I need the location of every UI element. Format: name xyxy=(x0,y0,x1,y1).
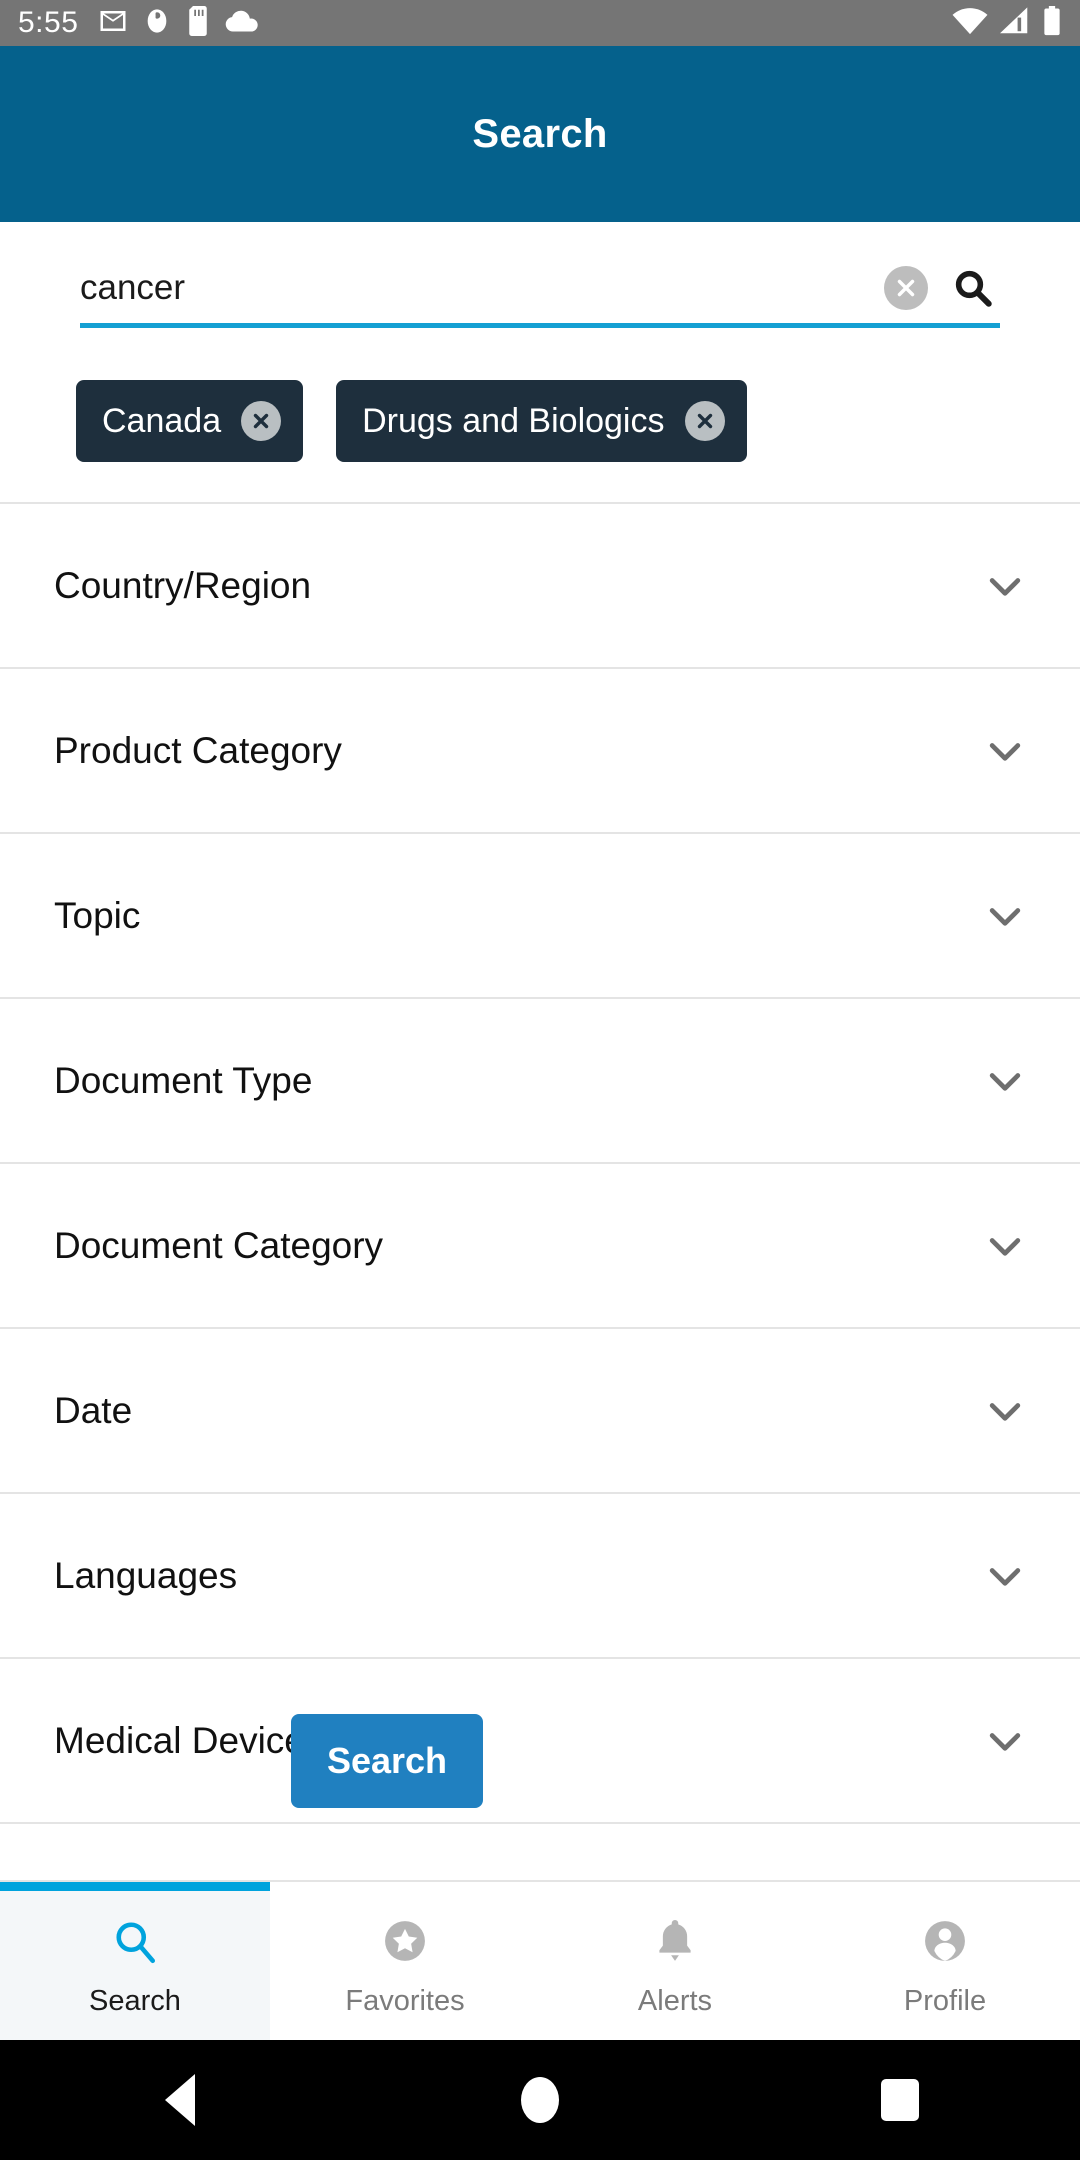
facet-label: Date xyxy=(54,1389,133,1431)
person-icon xyxy=(919,1913,971,1969)
facet-label: Languages xyxy=(54,1554,238,1596)
chevron-down-icon[interactable] xyxy=(980,1386,1030,1436)
facet-row-partial[interactable] xyxy=(0,1824,1080,1880)
clear-circle-icon[interactable] xyxy=(884,265,928,310)
chevron-down-icon[interactable] xyxy=(980,891,1030,941)
facet-label: Country/Region xyxy=(54,564,312,606)
facet-label: Document Type xyxy=(54,1059,313,1101)
nav-item-profile[interactable]: Profile xyxy=(810,1882,1080,2040)
facet-row-document-category[interactable]: Document Category xyxy=(0,1164,1080,1329)
bell-icon xyxy=(649,1913,701,1969)
nav-item-label: Alerts xyxy=(637,1984,713,2017)
facet-label: Document Category xyxy=(54,1224,384,1266)
facet-row-country-region[interactable]: Country/Region xyxy=(0,504,1080,669)
chevron-down-icon[interactable] xyxy=(980,1716,1030,1766)
cloud-icon xyxy=(225,9,259,38)
page-title: Search xyxy=(472,111,608,156)
chevron-down-icon[interactable] xyxy=(980,1551,1030,1601)
star-icon xyxy=(379,1913,431,1969)
battery-icon xyxy=(1042,5,1062,41)
nav-item-alerts[interactable]: Alerts xyxy=(540,1882,810,2040)
app-badge-icon xyxy=(143,6,171,41)
search-icon xyxy=(110,1913,160,1969)
home-circle-icon[interactable] xyxy=(480,2040,600,2160)
wifi-icon xyxy=(952,7,988,40)
recents-square-icon[interactable] xyxy=(840,2040,960,2160)
nav-item-label: Search xyxy=(89,1984,181,2017)
status-bar: 5:55 xyxy=(0,0,1080,46)
facet-row-product-category[interactable]: Product Category xyxy=(0,669,1080,834)
remove-circle-icon[interactable] xyxy=(684,401,725,441)
filter-chip-label: Drugs and Biologics xyxy=(362,401,665,440)
sd-card-icon xyxy=(186,5,210,41)
facet-label: Product Category xyxy=(54,729,342,771)
gmail-icon xyxy=(98,6,128,41)
facet-row-document-type[interactable]: Document Type xyxy=(0,999,1080,1164)
cellular-signal-icon xyxy=(1000,6,1030,40)
facet-row-medical-devices-specific[interactable]: Medical Devices Specific xyxy=(0,1659,1080,1824)
facet-label: Topic xyxy=(54,894,141,936)
facet-row-topic[interactable]: Topic xyxy=(0,834,1080,999)
nav-item-label: Profile xyxy=(903,1984,987,2017)
back-triangle-icon[interactable] xyxy=(120,2040,240,2160)
filter-chip-canada[interactable]: Canada xyxy=(76,380,304,462)
active-filter-chips: Canada Drugs and Biologics xyxy=(0,380,1080,502)
chevron-down-icon[interactable] xyxy=(980,1221,1030,1271)
nav-item-label: Favorites xyxy=(345,1984,465,2017)
nav-item-search[interactable]: Search xyxy=(0,1882,270,2040)
status-right-icons xyxy=(952,5,1062,41)
search-icon[interactable] xyxy=(950,265,996,311)
facet-row-languages[interactable]: Languages xyxy=(0,1494,1080,1659)
remove-circle-icon[interactable] xyxy=(241,401,282,441)
android-navigation-bar xyxy=(0,2040,1080,2160)
chevron-down-icon[interactable] xyxy=(980,726,1030,776)
nav-item-favorites[interactable]: Favorites xyxy=(270,1882,540,2040)
search-field-section: cancer xyxy=(0,222,1080,356)
app-bar: Search xyxy=(0,46,1080,222)
search-submit-button[interactable]: Search xyxy=(291,1714,483,1808)
chevron-down-icon[interactable] xyxy=(980,561,1030,611)
filter-chip-label: Canada xyxy=(102,401,222,440)
facet-row-date[interactable]: Date xyxy=(0,1329,1080,1494)
filter-chip-drugs-and-biologics[interactable]: Drugs and Biologics xyxy=(336,380,747,462)
status-time: 5:55 xyxy=(18,6,79,39)
chevron-down-icon[interactable] xyxy=(980,1056,1030,1106)
search-input[interactable]: cancer xyxy=(80,258,884,318)
app-screen: 5:55 Search cancer Canada Drugs and Biol… xyxy=(0,0,1080,2160)
search-field[interactable]: cancer xyxy=(80,252,1000,328)
status-left-icons xyxy=(98,5,259,41)
bottom-navigation: Search Favorites Alerts Profile xyxy=(0,1880,1080,2040)
facet-list[interactable]: Country/Region Product Category Topic Do… xyxy=(0,502,1080,1880)
